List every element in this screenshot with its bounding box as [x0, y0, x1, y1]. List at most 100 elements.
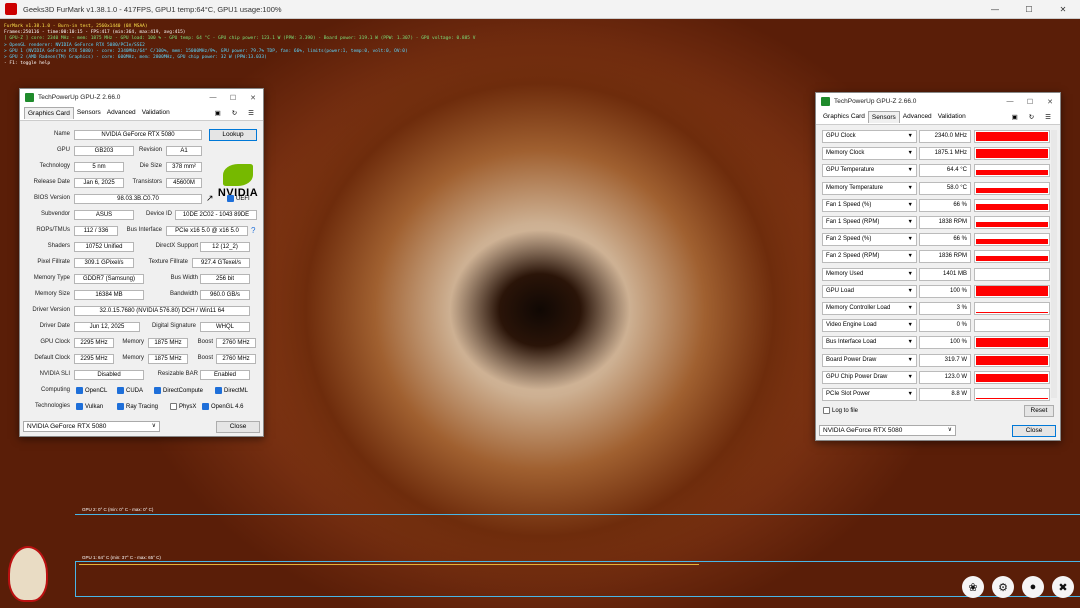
tab-bar: Graphics Card Sensors Advanced Validatio…	[20, 106, 263, 121]
directcompute-checkbox[interactable]: DirectCompute	[154, 387, 203, 394]
sensor-graph-fill	[976, 187, 1048, 193]
camera-icon[interactable]: ▣	[212, 108, 224, 120]
transistors-label: Transistors	[132, 179, 162, 185]
sensor-graph	[974, 250, 1050, 264]
subvendor-value: ASUS	[74, 210, 134, 220]
device-id-value: 10DE 2C02 - 1043 89DE	[175, 210, 257, 220]
sensor-name[interactable]: Fan 1 Speed (%) ▼	[822, 198, 917, 212]
chatgpt-icon[interactable]: ❀	[962, 576, 984, 598]
steam-icon[interactable]: ⚙	[992, 576, 1014, 598]
tab-validation[interactable]: Validation	[139, 107, 173, 119]
texture-fillrate-label: Texture Fillrate	[148, 259, 188, 265]
tab-sensors[interactable]: Sensors	[74, 107, 104, 119]
app-icon[interactable]: ●	[1022, 576, 1044, 598]
sensor-name[interactable]: Video Engine Load ▼	[822, 319, 917, 333]
share-icon[interactable]: ↗	[206, 193, 214, 204]
chevron-down-icon: ∨	[151, 423, 156, 429]
sensor-name[interactable]: GPU Chip Power Draw ▼	[822, 370, 917, 384]
sensor-name[interactable]: Fan 2 Speed (%) ▼	[822, 233, 917, 247]
menu-icon[interactable]: ☰	[1042, 112, 1054, 124]
vulkan-checkbox[interactable]: Vulkan	[76, 403, 103, 410]
bios-version-value: 98.03.3B.C0.70	[74, 194, 202, 204]
menu-icon[interactable]: ☰	[245, 108, 257, 120]
sensor-name[interactable]: Board Power Draw ▼	[822, 353, 917, 367]
sensor-name[interactable]: GPU Clock ▼	[822, 130, 917, 143]
bus-width-value: 256 bit	[200, 274, 250, 284]
sensor-graph	[974, 284, 1050, 298]
maximize-icon[interactable]: ☐	[1012, 0, 1046, 19]
sensor-name[interactable]: Memory Temperature ▼	[822, 181, 917, 195]
window-title: TechPowerUp GPU-Z 2.66.0	[38, 94, 121, 101]
close-icon[interactable]: ✕	[1040, 93, 1060, 110]
sensor-name[interactable]: Memory Clock ▼	[822, 147, 917, 161]
reset-button[interactable]: Reset	[1024, 405, 1054, 417]
camera-icon[interactable]: ▣	[1009, 112, 1021, 124]
sensor-graph	[974, 233, 1050, 247]
sensor-graph	[974, 181, 1050, 195]
help-question-icon[interactable]: ?	[251, 226, 255, 235]
opencl-checkbox[interactable]: OpenCL	[76, 387, 107, 394]
physx-checkbox[interactable]: PhysX	[170, 403, 196, 410]
sensor-name[interactable]: Fan 1 Speed (RPM) ▼	[822, 216, 917, 229]
tab-sensors[interactable]: Sensors	[867, 111, 900, 123]
refresh-icon[interactable]: ↻	[1026, 112, 1037, 124]
sensor-name[interactable]: Memory Controller Load ▼	[822, 302, 917, 315]
sensor-name[interactable]: Fan 2 Speed (RPM) ▼	[822, 250, 917, 264]
sensor-graph	[974, 302, 1050, 315]
sensor-graph-fill	[976, 373, 1048, 382]
chevron-down-icon: ▼	[907, 287, 913, 294]
chevron-down-icon: ▼	[907, 253, 913, 260]
bus-interface-value: PCIe x16 5.0 @ x16 5.0	[166, 226, 248, 236]
close-button[interactable]: Close	[1012, 425, 1056, 437]
sensor-graph-fill	[976, 221, 1048, 227]
default-memory-value: 1875 MHz	[148, 354, 188, 364]
scrollbar[interactable]	[1051, 130, 1057, 398]
uefi-checkbox[interactable]: UEFI	[227, 195, 250, 202]
gpuz-sensors-window: TechPowerUp GPU-Z 2.66.0 — ☐ ✕ Graphics Ca…	[815, 92, 1061, 441]
chevron-down-icon: ▼	[907, 391, 913, 397]
minimize-icon[interactable]: —	[1000, 93, 1020, 110]
app-titlebar: Geeks3D FurMark v1.38.1.0 - 417FPS, GPU1…	[0, 0, 1080, 19]
device-id-label: Device ID	[145, 211, 172, 217]
default-clock-value: 2295 MHz	[74, 354, 114, 364]
maximize-icon[interactable]: ☐	[223, 89, 243, 106]
cuda-checkbox[interactable]: CUDA	[117, 387, 143, 394]
tab-graphics-card[interactable]: Graphics Card	[820, 111, 868, 123]
chevron-down-icon: ▼	[907, 356, 913, 363]
log-to-file-checkbox[interactable]: Log to file	[823, 407, 858, 414]
technology-value: 5 nm	[74, 162, 124, 172]
minimize-icon[interactable]: —	[203, 89, 223, 106]
close-icon[interactable]: ✕	[1046, 0, 1080, 19]
sensor-name[interactable]: GPU Temperature ▼	[822, 164, 917, 178]
gpu-select[interactable]: NVIDIA GeForce RTX 5080 ∨	[23, 421, 160, 432]
tab-graphics-card[interactable]: Graphics Card	[24, 107, 74, 119]
minimize-icon[interactable]: —	[978, 0, 1012, 19]
sensor-value: 1838 RPM	[919, 216, 971, 229]
ray-tracing-checkbox[interactable]: Ray Tracing	[117, 403, 158, 410]
tab-advanced[interactable]: Advanced	[900, 111, 935, 123]
sensor-value: 319.7 W	[919, 353, 971, 367]
tab-validation[interactable]: Validation	[935, 111, 969, 123]
maximize-icon[interactable]: ☐	[1020, 93, 1040, 110]
sensor-name[interactable]: PCIe Slot Power ▼	[822, 388, 917, 401]
technology-label: Technology	[39, 163, 70, 169]
directml-checkbox[interactable]: DirectML	[215, 387, 248, 394]
sensor-value: 0 %	[919, 319, 971, 333]
sensor-value: 8.8 W	[919, 388, 971, 401]
gpu-select[interactable]: NVIDIA GeForce RTX 5080 ∨	[819, 425, 956, 436]
sensor-name[interactable]: GPU Load ▼	[822, 284, 917, 298]
rops-tmus-label: ROPs/TMUs	[36, 227, 70, 233]
sensor-name[interactable]: Memory Used ▼	[822, 267, 917, 281]
lookup-button[interactable]: Lookup	[209, 129, 257, 141]
tab-advanced[interactable]: Advanced	[104, 107, 139, 119]
gpuz-graphics-card-window: TechPowerUp GPU-Z 2.66.0 — ☐ ✕ Graphics Ca…	[19, 88, 264, 437]
chevron-down-icon: ▼	[907, 219, 913, 225]
gpu2-temp-graph-line	[75, 514, 1080, 515]
close-button[interactable]: Close	[216, 421, 260, 433]
sensor-graph-fill	[976, 149, 1048, 159]
close-icon[interactable]: ✕	[243, 89, 263, 106]
sensor-name[interactable]: Bus Interface Load ▼	[822, 336, 917, 350]
opengl-checkbox[interactable]: OpenGL 4.6	[202, 403, 243, 410]
xbox-icon[interactable]: ✖	[1052, 576, 1074, 598]
refresh-icon[interactable]: ↻	[229, 108, 240, 120]
